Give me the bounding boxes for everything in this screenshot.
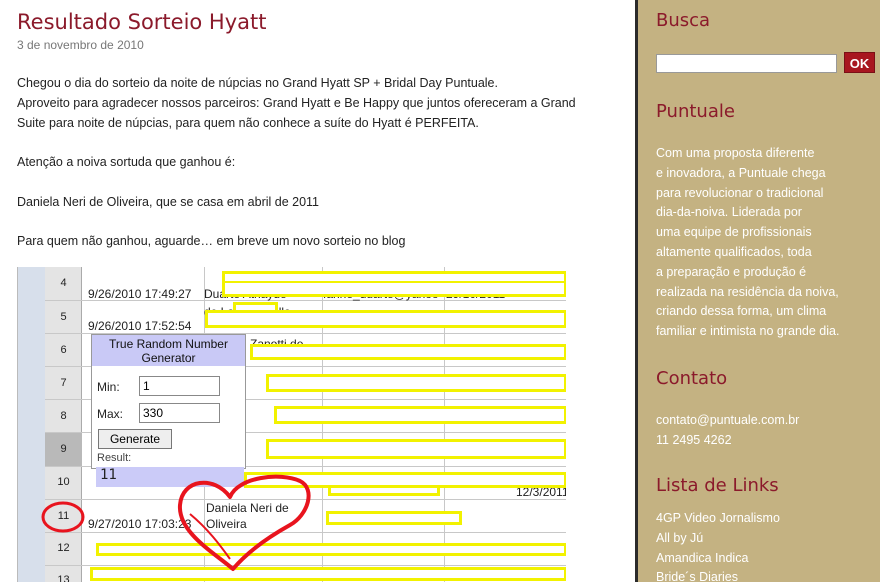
row-number: 6 — [60, 344, 67, 356]
rng-min-input[interactable]: 1 — [139, 376, 220, 396]
row-number: 13 — [57, 574, 70, 582]
row-number-selected: 9 — [45, 433, 82, 466]
sidebar: Busca OK Puntuale Com uma proposta difer… — [638, 0, 880, 582]
description-line: a preparação e produção é — [656, 264, 807, 279]
description-line: familiar e intimista no grande dia. — [656, 324, 840, 339]
row-number: 8 — [60, 410, 67, 422]
links-heading: Lista de Links — [656, 475, 779, 496]
rng-max-label: Max: — [97, 407, 124, 421]
description-line: para revolucionar o tradicional — [656, 185, 824, 200]
winner-timestamp: 9/27/2010 17:03:23 — [88, 517, 192, 531]
post-paragraph: Suite para noite de núpcias, para quem n… — [17, 115, 479, 130]
post-date: 3 de novembro de 2010 — [17, 38, 144, 52]
post-paragraph: Aproveito para agradecer nossos parceiro… — [17, 95, 576, 110]
puntuale-description: Com uma proposta diferente e inovadora, … — [656, 144, 876, 342]
rng-result-value: 11 — [96, 467, 244, 487]
winner-paragraph: Daniela Neri de Oliveira, que se casa em… — [17, 194, 320, 209]
description-line: e inovadora, a Puntuale chega — [656, 165, 826, 180]
row-number: 5 — [60, 311, 67, 323]
link-item[interactable]: Amandica Indica — [656, 549, 780, 569]
link-item[interactable]: All by Jú — [656, 529, 780, 549]
draw-result-screenshot: 4 5 6 7 8 9 10 11 12 13 9/26/2010 17:49:… — [17, 267, 566, 582]
rng-max-input[interactable]: 330 — [139, 403, 220, 423]
puntuale-heading: Puntuale — [656, 101, 735, 122]
description-line: Com uma proposta diferente — [656, 146, 815, 160]
description-line: altamente qualificados, toda — [656, 244, 812, 259]
row-number: 12 — [57, 542, 70, 554]
search-input[interactable] — [656, 54, 837, 73]
post-body: Chegou o dia do sorteio da noite de núpc… — [17, 74, 617, 252]
sheet-gutter — [18, 267, 45, 582]
contact-email[interactable]: contato@puntuale.com.br — [656, 411, 876, 431]
search-heading: Busca — [656, 10, 711, 31]
rng-title: True Random Number Generator — [92, 335, 245, 366]
post-paragraph: Chegou o dia do sorteio da noite de núpc… — [17, 76, 498, 90]
winner-name-line2: Oliveira — [206, 517, 247, 531]
link-item[interactable]: 4GP Video Jornalismo — [656, 509, 780, 529]
links-list: 4GP Video Jornalismo All by Jú Amandica … — [656, 509, 780, 582]
rng-min-label: Min: — [97, 380, 120, 394]
random-number-generator: True Random Number Generator Min: 1 Max:… — [91, 334, 246, 469]
description-line: dia-da-noiva. Liderada por — [656, 205, 802, 220]
contato-heading: Contato — [656, 368, 728, 389]
cell-timestamp: 9/26/2010 17:52:54 — [88, 319, 192, 333]
row-number: 4 — [60, 277, 67, 289]
rng-result-label: Result: — [97, 452, 132, 464]
description-line: uma equipe de profissionais — [656, 225, 812, 240]
description-line: criando dessa forma, um clima — [656, 304, 827, 319]
row-number-column: 4 5 6 7 8 9 10 11 12 13 — [45, 267, 82, 582]
generate-button[interactable]: Generate — [98, 429, 172, 449]
blog-post: Resultado Sorteio Hyatt 3 de novembro de… — [0, 0, 635, 582]
post-title[interactable]: Resultado Sorteio Hyatt — [17, 10, 267, 34]
cell-timestamp: 9/26/2010 17:49:27 — [88, 287, 192, 301]
row-number-winner: 11 — [57, 510, 70, 522]
post-paragraph: Para quem não ganhou, aguarde… em breve … — [17, 234, 406, 249]
winner-name-line1: Daniela Neri de — [206, 501, 289, 515]
description-line: realizada na residência da noiva, — [656, 284, 839, 299]
contact-phone: 11 2495 4262 — [656, 432, 732, 447]
row-number: 10 — [57, 476, 70, 488]
post-paragraph: Atenção a noiva sortuda que ganhou é: — [17, 155, 236, 170]
search-ok-button[interactable]: OK — [844, 52, 875, 73]
row-number: 7 — [60, 377, 67, 389]
link-item[interactable]: Bride´s Diaries — [656, 568, 780, 582]
contato-info: contato@puntuale.com.br 11 2495 4262 — [656, 411, 876, 451]
